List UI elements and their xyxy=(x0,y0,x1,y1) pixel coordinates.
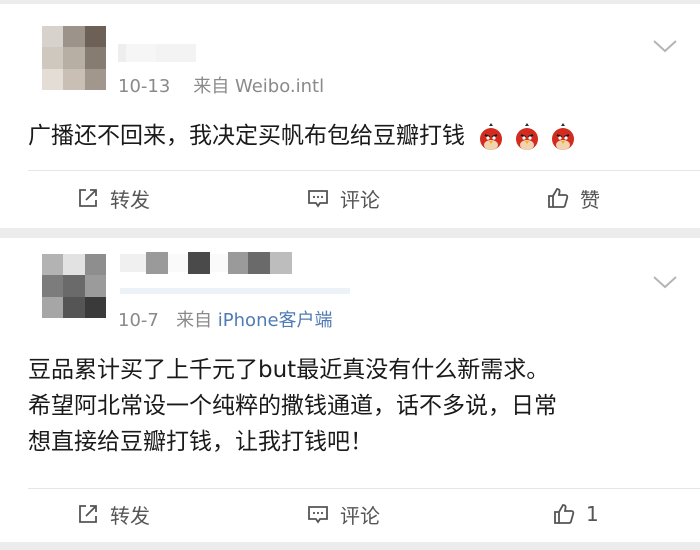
repost-label: 转发 xyxy=(110,187,150,212)
chevron-down-icon[interactable] xyxy=(652,38,678,54)
post-text-line: 豆品累计买了上千元了but最近真没有什么新需求。 xyxy=(28,357,550,383)
like-button[interactable]: 赞 xyxy=(546,176,600,220)
timestamp: 10-13 xyxy=(118,76,171,97)
like-count: 1 xyxy=(586,502,599,526)
comment-bubble-icon xyxy=(308,190,328,208)
comment-label: 评论 xyxy=(340,187,380,212)
post-meta: 10-7 来自 iPhone客户端 xyxy=(118,306,333,332)
comment-bubble-icon xyxy=(308,506,328,524)
source-prefix: 来自 xyxy=(176,310,213,331)
username-blurred[interactable] xyxy=(118,44,196,62)
username-blurred[interactable] xyxy=(120,252,292,274)
share-out-icon xyxy=(79,505,97,523)
chevron-down-icon[interactable] xyxy=(652,274,678,290)
source-name[interactable]: iPhone客户端 xyxy=(218,310,333,331)
weibo-post-2: 10-7 来自 iPhone客户端 豆品累计买了上千元了but最近真没有什么新需… xyxy=(0,238,700,542)
repost-label: 转发 xyxy=(110,503,150,528)
comment-button[interactable]: 评论 xyxy=(306,176,380,220)
comment-button[interactable]: 评论 xyxy=(306,492,380,536)
post-text-line: 想直接给豆瓣打钱，让我打钱吧！ xyxy=(28,429,373,455)
post-text: 豆品累计买了上千元了but最近真没有什么新需求。 希望阿北常设一个纯粹的撒钱通道… xyxy=(28,352,680,460)
action-bar: 转发 评论 1 xyxy=(0,492,700,536)
source-name[interactable]: Weibo.intl xyxy=(235,76,324,97)
avatar[interactable] xyxy=(42,26,106,90)
avatar[interactable] xyxy=(42,254,106,318)
angry-bird-emoji xyxy=(552,122,575,150)
repost-button[interactable]: 转发 xyxy=(76,492,150,536)
comment-label: 评论 xyxy=(340,503,380,528)
divider xyxy=(28,488,700,489)
post-text: 广播还不回来，我决定买帆布包给豆瓣打钱 xyxy=(28,118,680,154)
weibo-post-1: 10-13 来自 Weibo.intl 广播还不回来，我决定买帆布包给豆瓣打钱 xyxy=(0,4,700,228)
like-button[interactable]: 1 xyxy=(552,492,599,536)
share-out-icon xyxy=(79,189,97,207)
repost-button[interactable]: 转发 xyxy=(76,176,150,220)
timestamp: 10-7 xyxy=(118,310,159,331)
post-meta: 10-13 来自 Weibo.intl xyxy=(118,72,324,98)
thumbs-up-icon xyxy=(548,188,569,208)
post-text-line: 希望阿北常设一个纯粹的撒钱通道，话不多说，日常 xyxy=(28,393,557,419)
source-prefix: 来自 xyxy=(193,76,230,97)
angry-bird-emoji xyxy=(516,122,539,150)
angry-bird-emoji xyxy=(480,122,503,150)
divider xyxy=(28,170,700,171)
post-text-content: 广播还不回来，我决定买帆布包给豆瓣打钱 xyxy=(28,123,465,149)
thumbs-up-icon xyxy=(554,504,575,524)
like-label: 赞 xyxy=(580,187,600,212)
user-badge-blurred xyxy=(120,288,350,294)
action-bar: 转发 评论 赞 xyxy=(0,176,700,220)
